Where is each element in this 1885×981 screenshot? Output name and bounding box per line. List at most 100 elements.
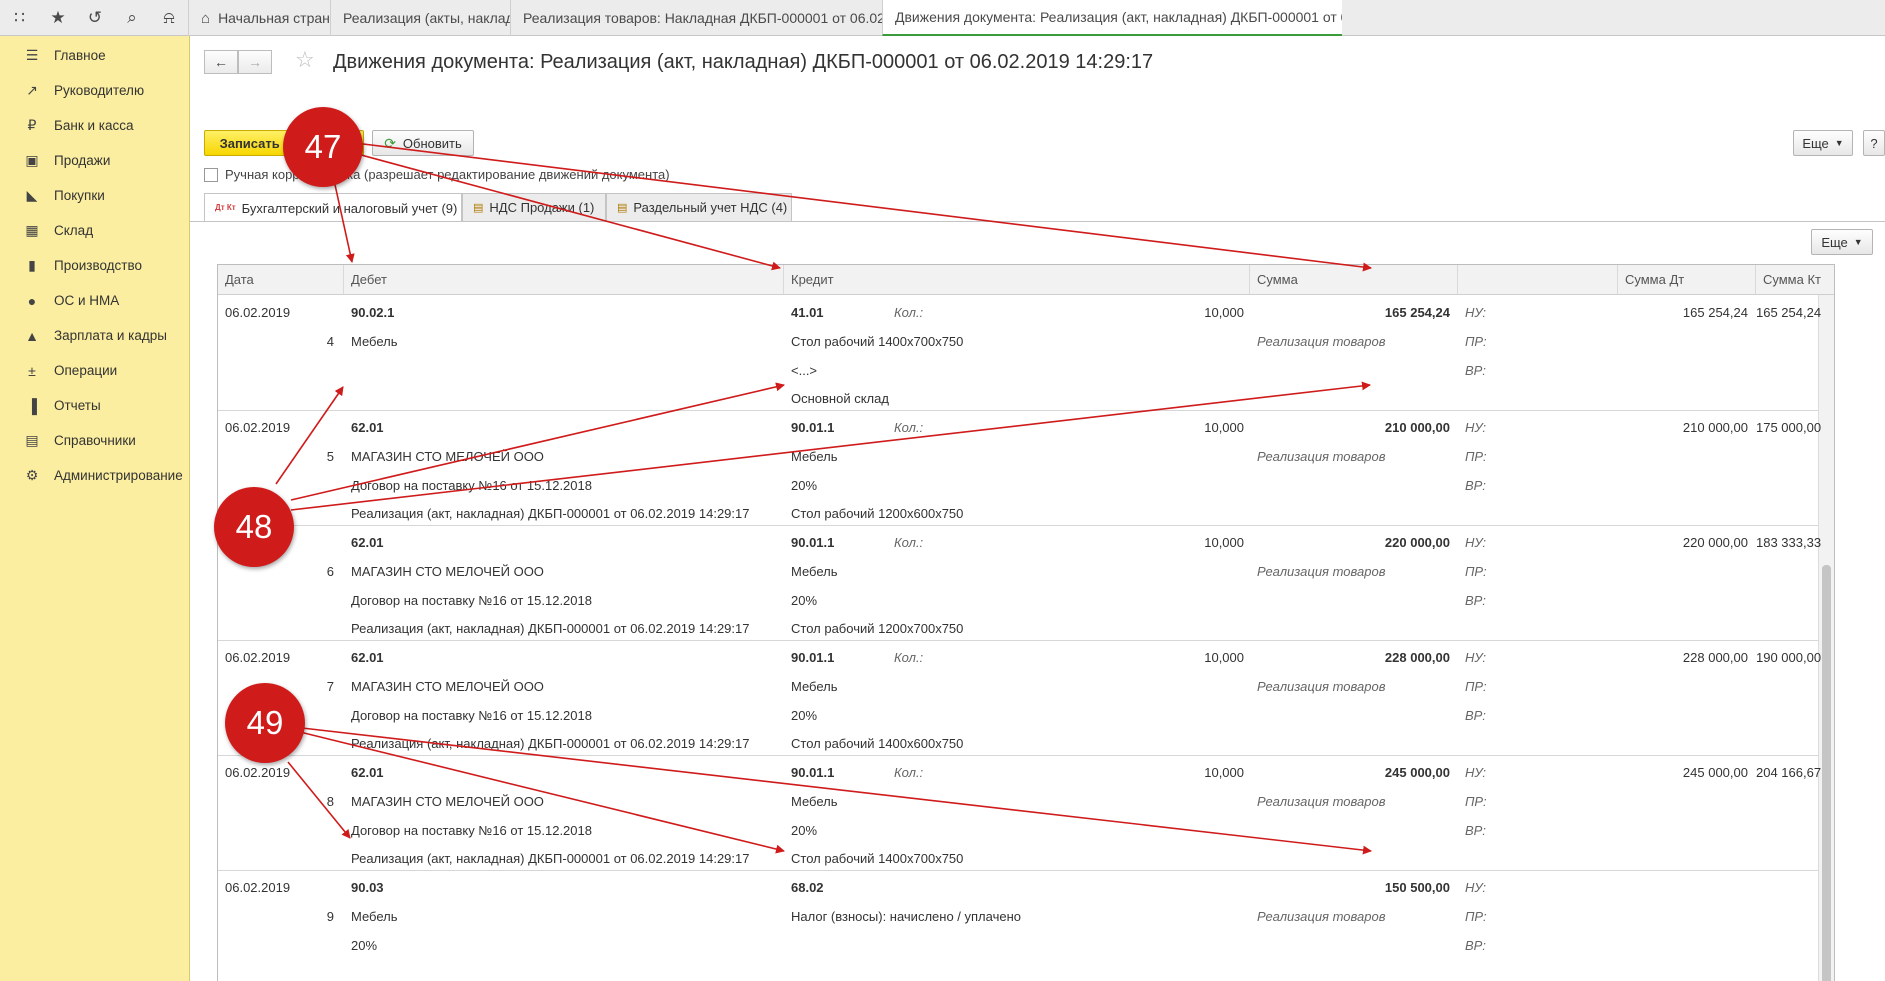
table-row[interactable]: 06.02.2019 7 62.01 МАГАЗИН СТО МЕЛОЧЕЙ ООО Д…: [218, 640, 1821, 755]
ruble-icon: ₽: [27, 117, 37, 133]
column-header[interactable]: [1458, 265, 1618, 295]
row-number: 7: [326, 678, 334, 694]
favorite-star-icon[interactable]: ☆: [295, 47, 315, 73]
tab-4[interactable]: Движения документа: Реализация (акт, нак…: [882, 0, 1342, 36]
column-header[interactable]: Кредит: [784, 265, 1250, 295]
apps-grid-icon-glyph: ∷: [14, 8, 25, 27]
sum-value: 150 500,00: [1384, 880, 1450, 895]
sidebar-item[interactable]: ▦ Склад: [0, 213, 189, 248]
vertical-scrollbar[interactable]: [1818, 295, 1834, 981]
table-row[interactable]: 06.02.2019 8 62.01 МАГАЗИН СТО МЕЛОЧЕЙ ООО Д…: [218, 755, 1821, 870]
credit-account: 90.01.1: [791, 650, 835, 665]
table-row[interactable]: 06.02.2019662.01МАГАЗИН СТО МЕЛОЧЕЙ ОООД…: [218, 525, 1821, 640]
tab-3[interactable]: Реализация товаров: Накладная ДКБП-00000…: [510, 0, 882, 36]
row-number: 6: [326, 563, 334, 579]
column-header[interactable]: Сумма: [1250, 265, 1458, 295]
row-number: 9: [326, 908, 334, 924]
back-button[interactable]: ←: [204, 50, 238, 74]
column-header[interactable]: Дебет: [344, 265, 784, 295]
refresh-button[interactable]: ⟳ Обновить: [372, 130, 474, 156]
sidebar-item[interactable]: ● ОС и НМА: [0, 283, 189, 318]
dt-kt-icon: ±: [28, 362, 36, 379]
register-tab-2[interactable]: ▤ НДС Продажи (1): [462, 193, 606, 221]
register-tab-1[interactable]: Дт Кт Бухгалтерский и налоговый учет (9): [204, 193, 462, 222]
tax-label: ВР:: [1465, 592, 1486, 608]
sidebar-item[interactable]: ▐ Отчеты: [0, 388, 189, 423]
table-row[interactable]: 06.02.2019 5 62.01 МАГАЗИН СТО МЕЛОЧЕЙ ООО Д…: [218, 410, 1822, 525]
help-button[interactable]: ?: [1863, 130, 1885, 156]
apps-grid-icon[interactable]: ∷: [0, 0, 40, 36]
bell-icon-glyph: ⍾: [163, 8, 175, 27]
sidebar-item[interactable]: ▣ Продажи: [0, 143, 189, 178]
sidebar-item[interactable]: ▮ Производство: [0, 248, 189, 283]
credit-subconto: Стол рабочий 1200x700x750: [791, 621, 964, 637]
sum-dt-value: 165 254,24: [1682, 305, 1748, 320]
sidebar-item[interactable]: ☰ Главное: [0, 38, 189, 73]
sidebar-item[interactable]: ↗ Руководителю: [0, 73, 189, 108]
tab-label: Реализация (акты, накладные): [343, 10, 510, 26]
tab-label: Начальная страница: [218, 10, 330, 26]
annotation-marker-47: 47: [283, 107, 363, 187]
tax-label: НУ:: [1465, 880, 1487, 895]
qty-value: 10,000: [1204, 420, 1244, 435]
refresh-icon: ⟳: [384, 134, 396, 151]
credit-subconto: 20%: [791, 822, 818, 838]
sidebar-list: ☰ Главное ↗ Руководителю ₽ Банк и касса ▣ Прода…: [0, 36, 189, 493]
credit-subconto: 20%: [791, 592, 818, 608]
column-header[interactable]: Сумма Кт: [1756, 265, 1834, 295]
sidebar-item-label: Руководителю: [54, 83, 145, 98]
debit-account: 90.02.1: [351, 305, 395, 320]
scrollbar-thumb[interactable]: [1822, 565, 1831, 981]
debit-subconto: Реализация (акт, накладная) ДКБП-000001 …: [351, 851, 750, 867]
credit-subconto: Мебель: [791, 678, 838, 694]
forward-button[interactable]: →: [238, 50, 272, 74]
debit-subconto: МАГАЗИН СТО МЕЛОЧЕЙ ООО: [351, 678, 544, 694]
factory-icon: ▮: [28, 257, 36, 273]
bell-icon[interactable]: ⍾: [151, 0, 188, 36]
dt-kt-icon: Дт Кт: [215, 203, 236, 212]
manual-edit-checkbox[interactable]: [204, 167, 218, 182]
briefcase-icon: ▣: [25, 152, 39, 168]
credit-account: 90.01.1: [791, 765, 835, 780]
credit-subconto: 20%: [791, 707, 818, 723]
column-header[interactable]: Дата: [218, 265, 344, 295]
tab-2[interactable]: Реализация (акты, накладные)×: [330, 0, 510, 36]
table-row[interactable]: 06.02.2019 4 90.02.1 Мебель 41.01 Стол рабочи…: [218, 295, 1821, 410]
sidebar-item[interactable]: ▲ Зарплата и кадры: [0, 318, 189, 353]
debit-subconto: Договор на поставку №16 от 15.12.2018: [351, 477, 592, 493]
star-icon[interactable]: ★: [40, 0, 77, 36]
tab-divider: [190, 221, 1885, 222]
search-icon[interactable]: ⌕: [114, 0, 151, 36]
sidebar-item[interactable]: ± Операции: [0, 353, 189, 388]
sum-value: 228 000,00: [1384, 650, 1450, 665]
more-button[interactable]: Еще ▼: [1793, 130, 1853, 156]
tax-label: ПР:: [1465, 448, 1487, 464]
tax-label: ВР:: [1465, 477, 1486, 493]
sidebar-item-label: Покупки: [54, 188, 105, 203]
column-header[interactable]: Сумма Дт: [1618, 265, 1756, 295]
sum-value: 220 000,00: [1384, 535, 1450, 550]
book-icon: ▤: [25, 432, 39, 448]
chevron-down-icon: ▼: [1853, 237, 1863, 247]
qty-value: 10,000: [1204, 305, 1244, 320]
register-icon: ▤: [617, 202, 628, 214]
top-bar: ∷★↺⌕⍾⌂Начальная страницаРеализация (акты…: [0, 0, 1885, 36]
sidebar-item[interactable]: ⚙ Администрирование: [0, 458, 189, 493]
date-cell: 06.02.2019: [225, 420, 291, 435]
register-tab-label: Бухгалтерский и налоговый учет (9): [241, 200, 458, 216]
tax-label: НУ:: [1465, 650, 1487, 665]
manual-edit-toggle[interactable]: Ручная корректировка (разрешает редактир…: [204, 167, 670, 182]
sum-kt-value: 175 000,00: [1756, 420, 1822, 435]
register-tab-3[interactable]: ▤ Раздельный учет НДС (4): [606, 193, 792, 221]
credit-subconto: Налог (взносы): начислено / уплачено: [791, 908, 1021, 924]
history-icon[interactable]: ↺: [77, 0, 114, 36]
tab-1[interactable]: ⌂ Начальная страница: [188, 0, 330, 36]
table-row[interactable]: 06.02.2019 9 90.03 Мебель 20% 68.02 Налог (взн…: [218, 870, 1818, 981]
sidebar-item[interactable]: ◣ Покупки: [0, 178, 189, 213]
debit-subconto: МАГАЗИН СТО МЕЛОЧЕЙ ООО: [351, 448, 544, 464]
sidebar-item[interactable]: ₽ Банк и касса: [0, 108, 189, 143]
debit-subconto: МАГАЗИН СТО МЕЛОЧЕЙ ООО: [351, 563, 544, 579]
sidebar-item-label: Продажи: [54, 153, 111, 168]
grid-more-button[interactable]: Еще ▼: [1811, 229, 1873, 255]
sidebar-item[interactable]: ▤ Справочники: [0, 423, 189, 458]
